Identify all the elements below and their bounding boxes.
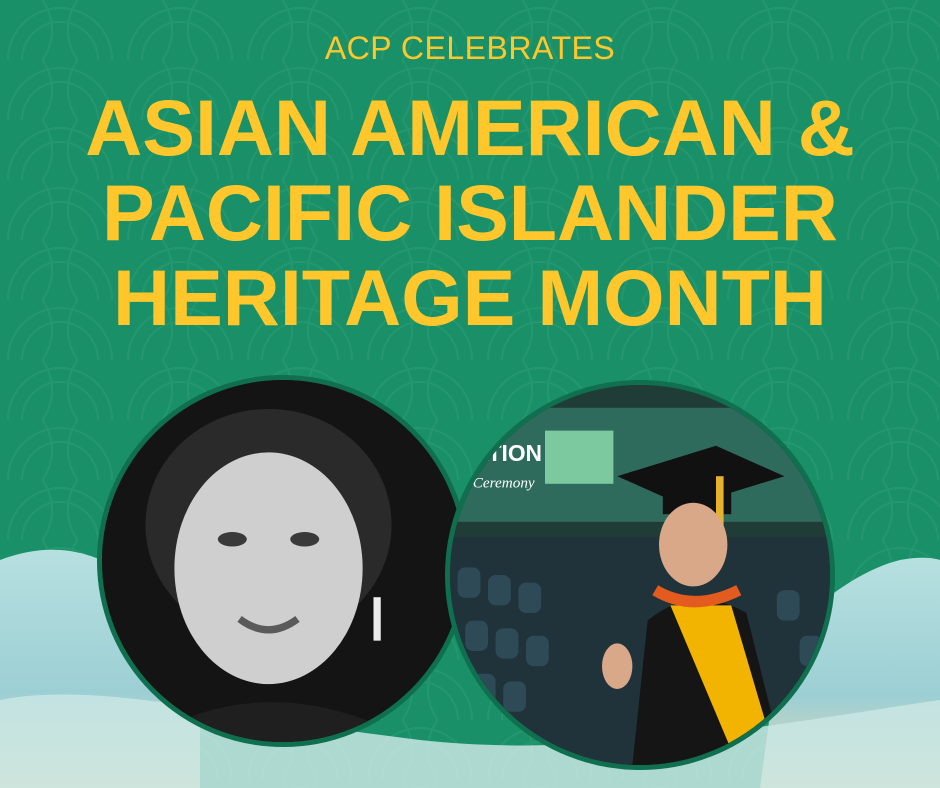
heritage-month-poster: ACP CELEBRATES ASIAN AMERICAN & PACIFIC … bbox=[0, 0, 940, 788]
title-line-1: ASIAN AMERICAN & bbox=[85, 83, 855, 172]
graduation-illustration: ATION Ceremony bbox=[450, 385, 830, 765]
title-line-3: HERITAGE MONTH bbox=[113, 253, 827, 342]
portrait-photo-left bbox=[97, 375, 469, 747]
graduation-photo-right: ATION Ceremony bbox=[445, 380, 835, 770]
title-line-2: PACIFIC ISLANDER bbox=[102, 168, 838, 257]
portrait-illustration bbox=[102, 380, 464, 742]
subtitle: ACP CELEBRATES bbox=[324, 30, 616, 66]
svg-text:Ceremony: Ceremony bbox=[473, 475, 535, 492]
